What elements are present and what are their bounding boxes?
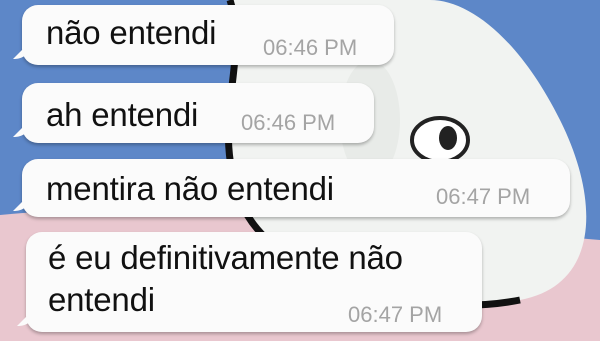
- message-text: ah entendi: [46, 96, 199, 133]
- message-timestamp: 06:46 PM: [241, 110, 336, 135]
- message-text-line: entendi: [48, 281, 155, 318]
- message-text: mentira não entendi: [46, 170, 334, 207]
- message-timestamp: 06:47 PM: [436, 184, 531, 209]
- message-bubble[interactable]: ah entendi 06:46 PM: [22, 83, 374, 143]
- message-bubble[interactable]: não entendi 06:46 PM: [22, 5, 394, 65]
- message-bubble[interactable]: mentira não entendi 06:47 PM: [22, 159, 570, 217]
- message-timestamp: 06:47 PM: [348, 302, 443, 327]
- message-timestamp: 06:46 PM: [263, 35, 358, 60]
- message-bubble[interactable]: é eu definitivamente não entendi 06:47 P…: [26, 232, 482, 332]
- message-text-line: é eu definitivamente não: [48, 239, 403, 276]
- message-text: não entendi: [46, 14, 217, 51]
